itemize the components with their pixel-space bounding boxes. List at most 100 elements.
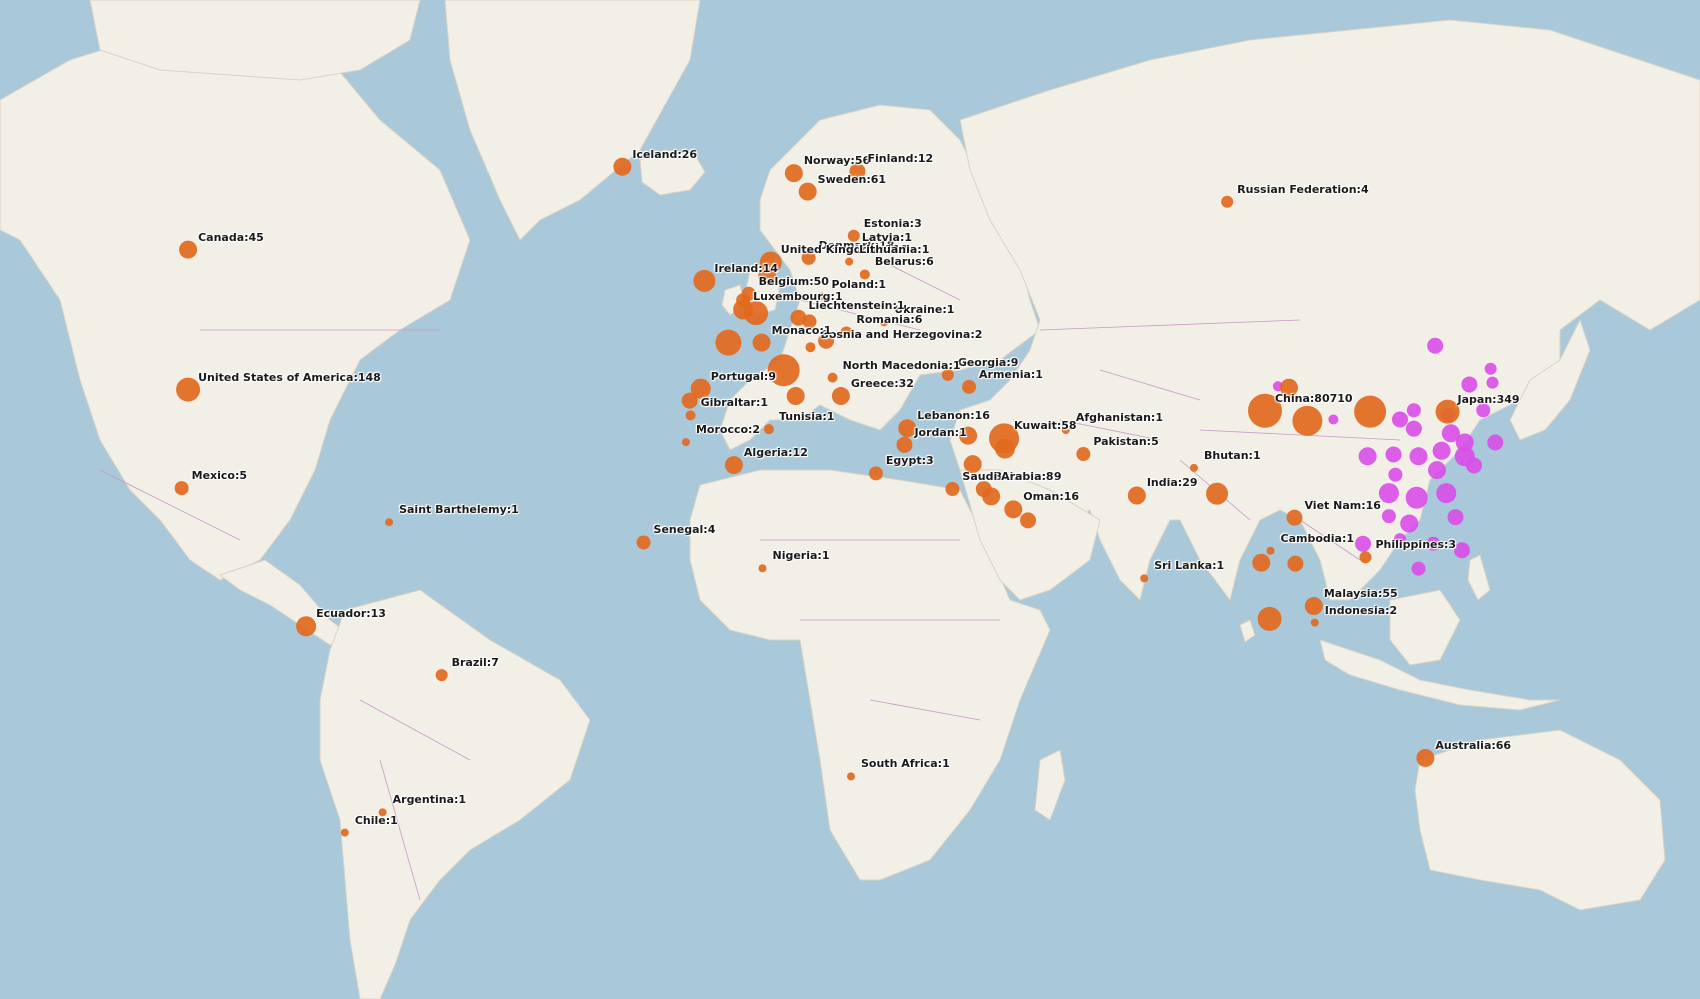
marker-united-states-of-america[interactable] (176, 377, 201, 402)
marker-russian-federation[interactable] (1221, 195, 1234, 208)
china-province-marker[interactable] (1328, 414, 1339, 425)
china-province-marker[interactable] (1358, 447, 1377, 466)
china-province-marker[interactable] (1461, 376, 1478, 393)
china-province-marker[interactable] (1355, 535, 1371, 552)
marker-bahrain[interactable] (975, 481, 992, 498)
world-map[interactable]: Iceland:26 Norway:56 Finland:12 Sweden:61 Ru… (0, 0, 1700, 999)
marker-brazil[interactable] (435, 669, 448, 682)
marker-cambodia[interactable] (1266, 546, 1275, 555)
china-province-marker[interactable] (1409, 447, 1428, 466)
marker-sweden[interactable] (798, 182, 817, 201)
marker-gibraltar[interactable] (685, 410, 696, 421)
china-province-marker[interactable] (1411, 561, 1426, 576)
marker-australia[interactable] (1416, 748, 1435, 767)
china-province-marker[interactable] (1487, 434, 1504, 451)
china-province-marker[interactable] (1392, 411, 1408, 428)
label-liechtenstein: Liechtenstein:1 (808, 298, 905, 312)
label-indonesia: Indonesia:2 (1324, 603, 1398, 617)
china-province-marker[interactable] (1436, 483, 1457, 504)
marker-senegal[interactable] (636, 535, 651, 550)
marker-pakistan[interactable] (1076, 447, 1091, 462)
marker-north-macedonia[interactable] (827, 372, 838, 383)
label-egypt: Egypt:3 (885, 454, 934, 468)
marker-luxembourg[interactable] (733, 299, 754, 320)
china-province-marker[interactable] (1405, 420, 1422, 437)
marker-south-africa[interactable] (847, 772, 856, 781)
label-ireland: Ireland:14 (714, 261, 778, 275)
marker-indonesia[interactable] (1310, 618, 1319, 627)
china-province-marker[interactable] (1428, 461, 1446, 480)
china-province-marker[interactable] (1453, 542, 1470, 559)
marker-nigeria[interactable] (758, 564, 767, 573)
china-province-marker[interactable] (1388, 467, 1403, 482)
marker-bosnia-and-herzegovina[interactable] (805, 342, 816, 353)
marker-lithuania[interactable] (845, 257, 854, 266)
china-province-marker[interactable] (1381, 509, 1396, 524)
region-marker[interactable] (1206, 482, 1229, 505)
label-argentina: Argentina:1 (392, 793, 467, 807)
label-monaco: Monaco:1 (771, 323, 832, 337)
marker-india[interactable] (1127, 486, 1146, 505)
marker-sri-lanka[interactable] (1140, 574, 1149, 583)
label-united-states-of-america: United States of America:148 (198, 370, 381, 384)
region-marker[interactable] (1020, 512, 1037, 529)
label-senegal: Senegal:4 (653, 523, 716, 537)
region-marker[interactable] (715, 329, 742, 356)
marker-oman[interactable] (1004, 500, 1023, 519)
label-lithuania: Lithuania:1 (859, 242, 930, 256)
marker-armenia[interactable] (962, 379, 977, 394)
marker-norway[interactable] (784, 164, 803, 183)
china-province-marker[interactable] (1447, 509, 1464, 526)
marker-greece[interactable] (831, 387, 850, 406)
label-south-africa: South Africa:1 (861, 757, 950, 771)
china-province-marker[interactable] (1406, 403, 1421, 418)
label-algeria: Algeria:12 (743, 446, 808, 460)
marker-algeria[interactable] (724, 456, 743, 475)
region-marker[interactable] (786, 387, 805, 406)
marker-chile[interactable] (340, 828, 349, 837)
label-poland: Poland:1 (831, 277, 887, 291)
label-china: China:80710 (1274, 391, 1353, 405)
china-province-marker[interactable] (1466, 457, 1482, 474)
china-province-marker[interactable] (1405, 486, 1428, 509)
marker-canada[interactable] (179, 240, 198, 259)
region-marker[interactable] (1292, 405, 1323, 436)
region-marker[interactable] (1252, 553, 1271, 572)
china-province-marker[interactable] (1400, 514, 1419, 533)
label-nigeria: Nigeria:1 (772, 549, 830, 563)
china-province-marker[interactable] (1486, 376, 1499, 389)
label-sri-lanka: Sri Lanka:1 (1154, 559, 1225, 573)
marker-egypt[interactable] (868, 466, 883, 481)
marker-mexico[interactable] (174, 481, 189, 496)
label-bosnia-and-herzegovina: Bosnia and Herzegovina:2 (820, 328, 983, 342)
china-province-marker[interactable] (1432, 441, 1451, 460)
label-portugal: Portugal:9 (710, 369, 776, 383)
china-province-marker[interactable] (1385, 446, 1402, 463)
marker-bhutan[interactable] (1189, 463, 1198, 472)
china-province-marker[interactable] (1427, 337, 1444, 354)
marker-morocco[interactable] (681, 438, 690, 447)
region-marker[interactable] (1287, 555, 1304, 572)
china-province-marker[interactable] (1484, 362, 1497, 375)
marker-japan[interactable] (1435, 399, 1460, 424)
marker-iceland[interactable] (613, 157, 632, 176)
label-oman: Oman:16 (1023, 490, 1080, 504)
marker-tunisia[interactable] (763, 424, 774, 435)
marker-saint-barthelemy[interactable] (385, 518, 394, 527)
marker-monaco[interactable] (752, 333, 771, 352)
marker-philippines[interactable] (1359, 551, 1372, 564)
label-armenia: Armenia:1 (979, 367, 1043, 381)
china-province-marker[interactable] (1378, 483, 1399, 504)
china-province-marker[interactable] (1455, 433, 1474, 452)
region-marker[interactable] (1257, 606, 1282, 631)
label-gibraltar: Gibraltar:1 (700, 396, 769, 410)
region-marker[interactable] (1354, 395, 1387, 428)
marker-jordan[interactable] (896, 436, 913, 453)
marker-viet-nam[interactable] (1286, 509, 1303, 526)
marker-malaysia[interactable] (1304, 597, 1323, 616)
marker-ecuador[interactable] (296, 616, 317, 637)
marker-ireland[interactable] (693, 269, 716, 292)
marker-saudi-arabia[interactable] (945, 482, 960, 497)
label-jordan: Jordan:1 (914, 425, 967, 439)
label-australia: Australia:66 (1435, 738, 1512, 752)
